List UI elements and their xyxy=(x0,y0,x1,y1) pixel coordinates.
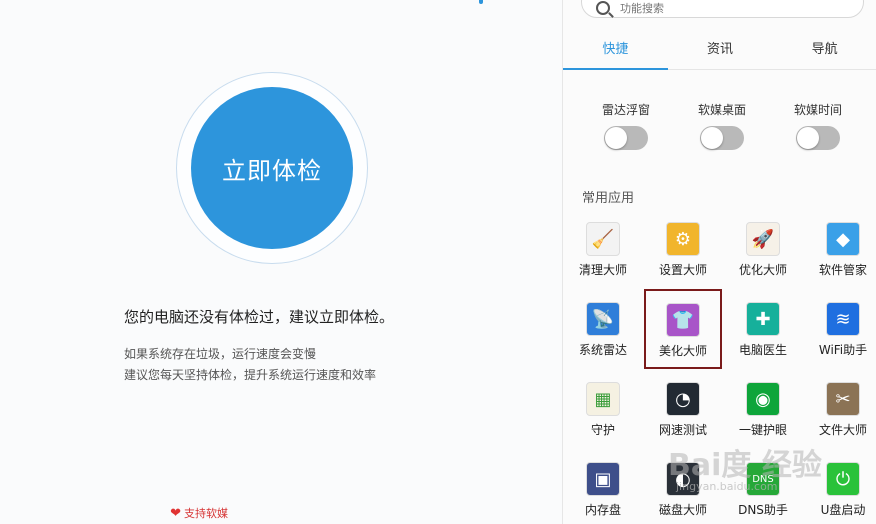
check-hint-2: 建议您每天坚持体检，提升系统运行速度和效率 xyxy=(124,368,377,382)
app-broom[interactable]: 🧹 清理大师 xyxy=(563,222,643,278)
app-label: 网速测试 xyxy=(658,423,707,437)
app-usb[interactable]: ⏻ U盘启动 xyxy=(803,462,876,518)
app-label: 系统雷达 xyxy=(578,343,627,357)
app-label: 设置大师 xyxy=(658,263,707,277)
app-speedometer[interactable]: ◔ 网速测试 xyxy=(643,382,723,438)
ruanmei-time-switch[interactable] xyxy=(796,126,840,150)
ruanmei-desktop-switch[interactable] xyxy=(700,126,744,150)
app-disk[interactable]: ◐ 磁盘大师 xyxy=(643,462,723,518)
eye-icon: ◉ xyxy=(746,382,780,416)
memory-chip-icon: ▣ xyxy=(586,462,620,496)
app-label: WiFi助手 xyxy=(818,343,868,357)
app-label: 磁盘大师 xyxy=(658,503,707,517)
software-manager-icon: ◆ xyxy=(826,222,860,256)
check-hint-1: 如果系统存在垃圾，运行速度会变慢 xyxy=(124,347,317,361)
check-panel: 立即体检 您的电脑还没有体检过，建议立即体检。 如果系统存在垃圾，运行速度会变慢… xyxy=(0,0,562,524)
search-box[interactable] xyxy=(581,0,864,18)
app-shield[interactable]: ▦ 守护 xyxy=(563,382,643,438)
app-label: 守护 xyxy=(590,423,615,437)
broom-icon: 🧹 xyxy=(586,222,620,256)
toggle-ruanmei-time: 软媒时间 xyxy=(778,101,858,150)
app-label: 美化大师 xyxy=(658,344,707,358)
check-now-button[interactable]: 立即体检 xyxy=(191,87,353,249)
app-eye[interactable]: ◉ 一键护眼 xyxy=(723,382,803,438)
app-file[interactable]: ✂ 文件大师 xyxy=(803,382,876,438)
app-label: 优化大师 xyxy=(738,263,787,277)
app-medical-kit[interactable]: ✚ 电脑医生 xyxy=(723,302,803,358)
rocket-icon: 🚀 xyxy=(746,222,780,256)
disk-icon: ◐ xyxy=(666,462,700,496)
toggle-label: 软媒桌面 xyxy=(697,103,746,117)
dns-icon: DNS xyxy=(746,462,780,496)
app-dns[interactable]: DNS DNS助手 xyxy=(723,462,803,518)
app-gear[interactable]: ⚙ 设置大师 xyxy=(643,222,723,278)
shield-icon: ▦ xyxy=(586,382,620,416)
file-icon: ✂ xyxy=(826,382,860,416)
search-input[interactable] xyxy=(620,1,820,15)
app-label: 清理大师 xyxy=(578,263,627,277)
app-label: DNS助手 xyxy=(738,503,788,517)
search-icon xyxy=(596,1,610,15)
quick-panel: 快捷 资讯 导航 雷达浮窗 软媒桌面 软媒时间 常用应用 🧹 清理大师 ⚙ 设置大师 🚀… xyxy=(562,0,876,524)
wifi-icon: ≋ xyxy=(826,302,860,336)
app-tshirt[interactable]: 👕 美化大师 xyxy=(644,289,722,369)
speedometer-icon: ◔ xyxy=(666,382,700,416)
tab-news[interactable]: 资讯 xyxy=(668,30,773,69)
tab-navigation[interactable]: 导航 xyxy=(772,30,876,69)
tab-bar: 快捷 资讯 导航 xyxy=(563,30,876,70)
app-label: 一键护眼 xyxy=(738,423,787,437)
toggle-label: 雷达浮窗 xyxy=(601,103,650,117)
tab-quick[interactable]: 快捷 xyxy=(563,30,668,70)
toggle-radar-float: 雷达浮窗 xyxy=(586,101,666,150)
medical-kit-icon: ✚ xyxy=(746,302,780,336)
support-label: 支持软媒 xyxy=(184,507,228,520)
app-label: U盘启动 xyxy=(820,503,866,517)
app-wifi[interactable]: ≋ WiFi助手 xyxy=(803,302,876,358)
support-link[interactable]: ❤ 支持软媒 xyxy=(170,505,228,521)
check-status-message: 您的电脑还没有体检过，建议立即体检。 xyxy=(124,308,395,326)
app-label: 文件大师 xyxy=(818,423,867,437)
top-indicator xyxy=(479,0,483,4)
toggle-ruanmei-desktop: 软媒桌面 xyxy=(682,101,762,150)
toggle-label: 软媒时间 xyxy=(793,103,842,117)
tshirt-icon: 👕 xyxy=(666,303,700,337)
gear-icon: ⚙ xyxy=(666,222,700,256)
app-label: 软件管家 xyxy=(818,263,867,277)
app-radar[interactable]: 📡 系统雷达 xyxy=(563,302,643,358)
usb-icon: ⏻ xyxy=(826,462,860,496)
radar-float-switch[interactable] xyxy=(604,126,648,150)
app-label: 内存盘 xyxy=(584,503,621,517)
app-memory-chip[interactable]: ▣ 内存盘 xyxy=(563,462,643,518)
radar-icon: 📡 xyxy=(586,302,620,336)
heart-icon: ❤ xyxy=(170,505,181,521)
app-software-manager[interactable]: ◆ 软件管家 xyxy=(803,222,876,278)
app-label: 电脑医生 xyxy=(738,343,787,357)
app-rocket[interactable]: 🚀 优化大师 xyxy=(723,222,803,278)
common-apps-title: 常用应用 xyxy=(582,191,635,206)
